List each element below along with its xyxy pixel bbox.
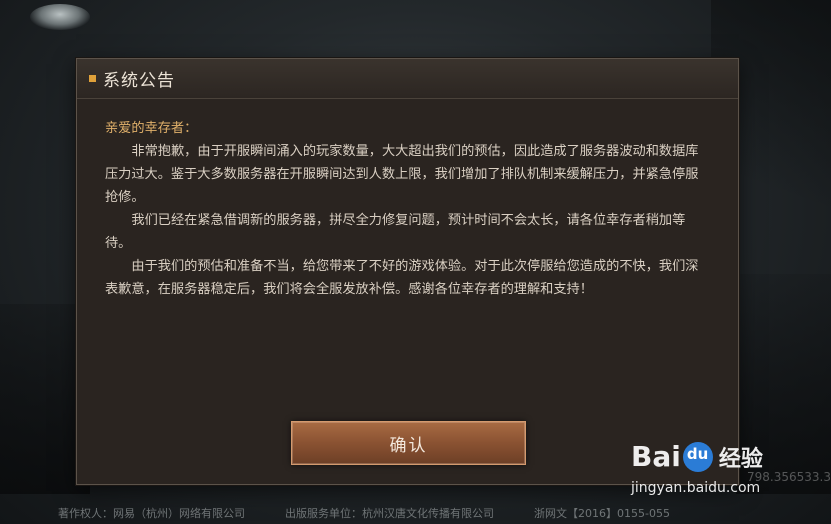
street-lamp	[30, 4, 90, 30]
announcement-dialog: 系统公告 亲爱的幸存者： 非常抱歉，由于开服瞬间涌入的玩家数量，大大超出我们的预…	[76, 58, 739, 485]
watermark-url: jingyan.baidu.com	[631, 480, 761, 496]
baidu-jingyan-watermark: Bai 经验 jingyan.baidu.com	[631, 440, 831, 510]
baidu-paw-icon	[682, 441, 713, 472]
publisher-text: 出版服务单位：杭州汉唐文化传播有限公司	[285, 507, 494, 520]
dialog-header: 系统公告	[77, 59, 738, 99]
announcement-paragraph: 由于我们的预估和准备不当，给您带来了不好的游戏体验。对于此次停服给您造成的不快，…	[105, 259, 699, 297]
announcement-paragraph: 我们已经在紧急借调新的服务器，拼尽全力修复问题，预计时间不会太长，请各位幸存者稍…	[105, 213, 686, 251]
dialog-title: 系统公告	[103, 71, 175, 91]
confirm-button[interactable]: 确认	[291, 421, 526, 465]
announcement-body: 亲爱的幸存者： 非常抱歉，由于开服瞬间涌入的玩家数量，大大超出我们的预估，因此造…	[77, 99, 738, 301]
baidu-logo: Bai 经验	[631, 440, 763, 473]
title-marker-icon	[89, 75, 96, 82]
greeting-text: 亲爱的幸存者：	[105, 121, 198, 136]
announcement-paragraph: 非常抱歉，由于开服瞬间涌入的玩家数量，大大超出我们的预估，因此造成了服务器波动和…	[105, 144, 699, 205]
copyright-text: 著作权人：网易（杭州）网络有限公司	[58, 507, 245, 520]
